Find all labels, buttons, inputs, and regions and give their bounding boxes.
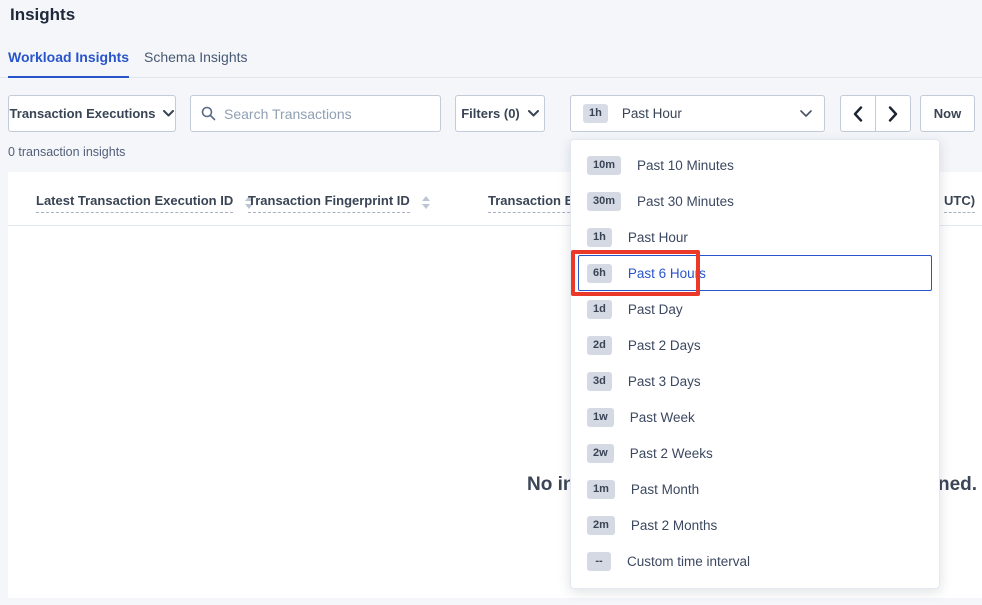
- column-header-transaction-execution[interactable]: Transaction Ex: [488, 193, 580, 213]
- time-option-past-day[interactable]: 1d Past Day: [578, 291, 932, 327]
- tab-workload-insights[interactable]: Workload Insights: [8, 49, 129, 78]
- time-interval-badge: 1h: [583, 104, 608, 123]
- time-interval-dropdown: 10m Past 10 Minutes 30m Past 30 Minutes …: [570, 139, 940, 589]
- empty-state-text-right: ned.: [938, 474, 977, 496]
- column-header-start-time-utc[interactable]: UTC): [944, 193, 975, 213]
- tab-bar: Workload Insights Schema Insights: [0, 44, 982, 78]
- filters-button[interactable]: Filters (0): [455, 95, 545, 132]
- chevron-down-icon: [163, 110, 174, 117]
- chevron-down-icon: [528, 110, 539, 117]
- time-prev-button[interactable]: [840, 95, 876, 132]
- time-option-past-6-hours[interactable]: 6h Past 6 Hours: [578, 255, 932, 291]
- time-option-past-2-days[interactable]: 2d Past 2 Days: [578, 327, 932, 363]
- chevron-left-icon: [853, 106, 863, 122]
- sort-icon[interactable]: [422, 196, 430, 209]
- time-option-past-month[interactable]: 1m Past Month: [578, 471, 932, 507]
- time-next-button[interactable]: [875, 95, 911, 132]
- chevron-down-icon: [800, 110, 812, 118]
- search-box[interactable]: [190, 95, 441, 132]
- now-button[interactable]: Now: [920, 95, 975, 132]
- time-option-past-hour[interactable]: 1h Past Hour: [578, 219, 932, 255]
- time-option-past-2-months[interactable]: 2m Past 2 Months: [578, 507, 932, 543]
- empty-state-text-left: No in: [527, 474, 575, 496]
- time-interval-label: Past Hour: [622, 106, 682, 121]
- workload-type-select[interactable]: Transaction Executions: [8, 95, 176, 132]
- time-option-past-2-weeks[interactable]: 2w Past 2 Weeks: [578, 435, 932, 471]
- insights-count: 0 transaction insights: [8, 145, 125, 159]
- time-interval-select[interactable]: 1h Past Hour: [570, 95, 825, 132]
- time-option-custom-time-interval[interactable]: -- Custom time interval: [578, 543, 932, 579]
- filters-label: Filters (0): [461, 106, 520, 121]
- search-input[interactable]: [224, 106, 430, 122]
- workload-type-label: Transaction Executions: [10, 106, 156, 121]
- time-option-past-30-minutes[interactable]: 30m Past 30 Minutes: [578, 183, 932, 219]
- column-header-latest-transaction-execution-id[interactable]: Latest Transaction Execution ID: [36, 193, 253, 213]
- column-header-transaction-fingerprint-id[interactable]: Transaction Fingerprint ID: [248, 193, 430, 213]
- time-option-past-3-days[interactable]: 3d Past 3 Days: [578, 363, 932, 399]
- page-title: Insights: [10, 5, 75, 25]
- tab-schema-insights[interactable]: Schema Insights: [144, 49, 248, 78]
- chevron-right-icon: [888, 106, 898, 122]
- time-option-past-week[interactable]: 1w Past Week: [578, 399, 932, 435]
- search-icon: [201, 106, 216, 121]
- time-option-past-10-minutes[interactable]: 10m Past 10 Minutes: [578, 147, 932, 183]
- now-label: Now: [934, 106, 961, 121]
